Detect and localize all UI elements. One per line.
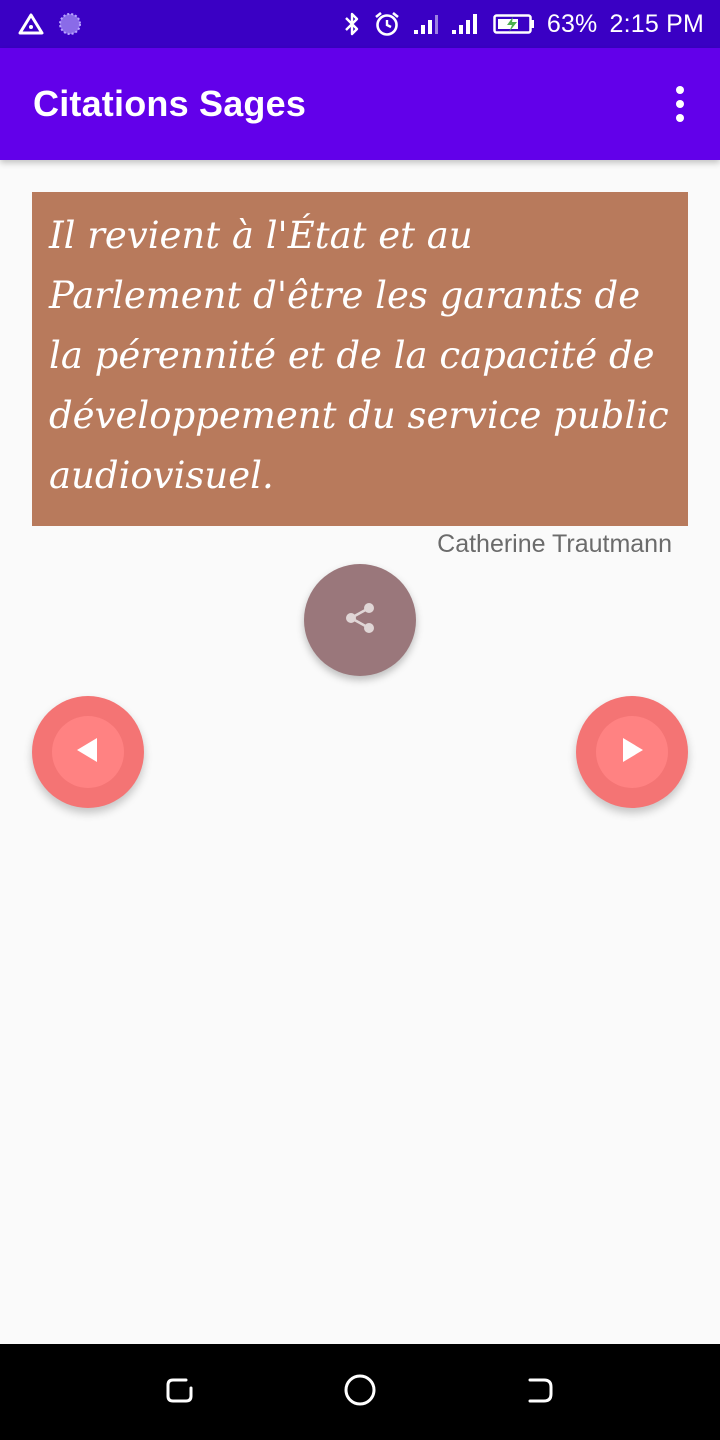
play-right-icon: [617, 735, 647, 770]
overflow-dot: [676, 100, 684, 108]
next-quote-button[interactable]: [576, 696, 688, 808]
signal-icon: [413, 12, 439, 36]
status-right: 63% 2:15 PM: [343, 10, 704, 39]
quote-author: Catherine Trautmann: [437, 530, 672, 558]
home-icon: [342, 1372, 378, 1413]
share-icon: [340, 598, 380, 643]
warning-triangle-icon: [18, 12, 44, 36]
quote-text: Il revient à l'État et au Parlement d'êt…: [49, 214, 669, 497]
overflow-menu-icon[interactable]: [660, 74, 700, 134]
next-button-inner: [596, 716, 668, 788]
home-button[interactable]: [330, 1362, 390, 1422]
quote-card: Il revient à l'État et au Parlement d'êt…: [32, 192, 688, 526]
previous-quote-button[interactable]: [32, 696, 144, 808]
back-icon: [524, 1374, 556, 1411]
bluetooth-icon: [343, 11, 361, 37]
recents-button[interactable]: [150, 1362, 210, 1422]
app-bar: Citations Sages: [0, 48, 720, 160]
play-left-icon: [73, 735, 103, 770]
notification-circle-icon: [58, 12, 82, 36]
back-button[interactable]: [510, 1362, 570, 1422]
clock: 2:15 PM: [609, 9, 704, 38]
status-left: [18, 12, 82, 36]
battery-icon: [493, 13, 535, 35]
app-title: Citations Sages: [33, 83, 307, 124]
status-bar: 63% 2:15 PM: [0, 0, 720, 48]
system-nav-bar: [0, 1344, 720, 1440]
previous-button-inner: [52, 716, 124, 788]
battery-percent: 63%: [546, 9, 598, 38]
recents-icon: [164, 1374, 196, 1411]
signal-icon: [451, 12, 481, 36]
overflow-dot: [676, 114, 684, 122]
share-button[interactable]: [304, 564, 416, 676]
alarm-icon: [373, 10, 401, 38]
overflow-dot: [676, 86, 684, 94]
